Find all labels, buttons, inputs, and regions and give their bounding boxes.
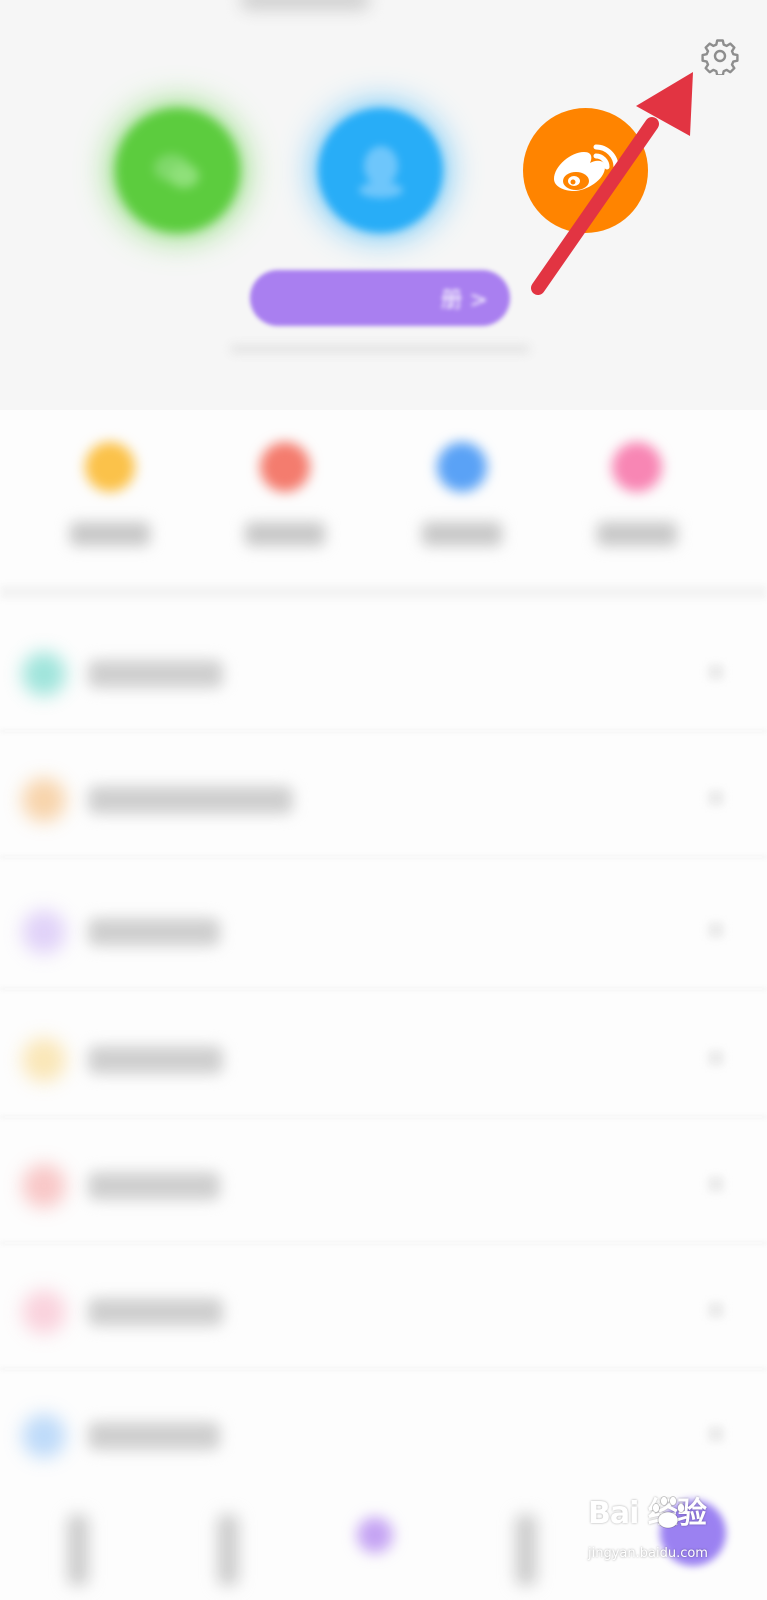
quick-action-icon [260,442,310,492]
quick-action-icon [85,442,135,492]
list-item-icon [22,910,66,954]
chevron-right-icon [708,664,724,680]
quick-action-icon [437,442,487,492]
list-item-label [88,1298,223,1326]
quick-action-label [70,522,150,546]
list-item-icon [22,1414,66,1458]
quick-action-label [422,522,502,546]
blurred-subtitle [230,345,530,353]
nav-tab-2[interactable] [198,1495,258,1600]
menu-list-item[interactable] [0,612,767,732]
list-item-label [88,660,223,688]
list-item-label [88,1046,223,1074]
quick-action-icon [612,442,662,492]
list-item-icon [22,652,66,696]
quick-action-2[interactable] [215,420,355,570]
watermark-logo: Bai 经验 [588,1496,707,1531]
nav-tab-3[interactable] [345,1495,405,1600]
list-separator [0,988,767,990]
list-item-icon [22,1290,66,1334]
list-item-icon [22,1038,66,1082]
nav-tab-1[interactable] [48,1495,108,1600]
weibo-login-button[interactable] [523,108,648,233]
list-item-label [88,1422,220,1450]
list-item-icon [22,778,66,822]
chevron-right-icon [708,1050,724,1066]
wechat-login-button[interactable] [115,108,240,233]
quick-action-label [597,522,677,546]
list-separator [0,730,767,732]
qq-login-button[interactable] [318,108,443,233]
menu-list-item[interactable] [0,870,767,990]
nav-tab-icon [357,1517,393,1553]
weibo-icon [553,144,618,191]
blurred-header-title [240,0,370,10]
quick-action-1[interactable] [40,420,180,570]
watermark-url: jingyan.baidu.com [588,1546,708,1561]
chevron-right-icon [708,1302,724,1318]
chevron-right-icon [708,790,724,806]
menu-list-item[interactable] [0,738,767,858]
quick-actions-row [0,420,767,570]
section-divider [0,585,767,599]
chevron-right-icon [708,1176,724,1192]
login-register-button[interactable]: 册 > [250,270,510,326]
nav-tab-icon [68,1515,88,1585]
nav-tab-icon [218,1515,238,1585]
nav-tab-icon [516,1515,536,1585]
gear-icon [701,39,739,75]
menu-list-item[interactable] [0,1124,767,1244]
list-item-label [88,918,220,946]
wechat-icon [153,153,199,188]
menu-list-item[interactable] [0,1250,767,1370]
list-separator [0,1368,767,1370]
quick-action-4[interactable] [567,420,707,570]
qq-icon [358,145,403,198]
list-separator [0,1116,767,1118]
paw-icon [652,1496,685,1529]
settings-button[interactable] [700,36,740,76]
quick-action-label [245,522,325,546]
nav-tab-4[interactable] [496,1495,556,1600]
list-item-icon [22,1164,66,1208]
list-item-label [88,786,293,814]
login-register-label: 册 > [440,288,488,313]
menu-list-item[interactable] [0,1374,767,1494]
menu-list-item[interactable] [0,998,767,1118]
chevron-right-icon [708,922,724,938]
chevron-right-icon [708,1426,724,1442]
list-separator [0,856,767,858]
baidu-jingyan-watermark: Bai 经验 jingyan.baidu.com [588,1488,758,1598]
account-header: 册 > [0,0,767,410]
list-item-label [88,1172,220,1200]
quick-action-3[interactable] [392,420,532,570]
list-separator [0,1242,767,1244]
